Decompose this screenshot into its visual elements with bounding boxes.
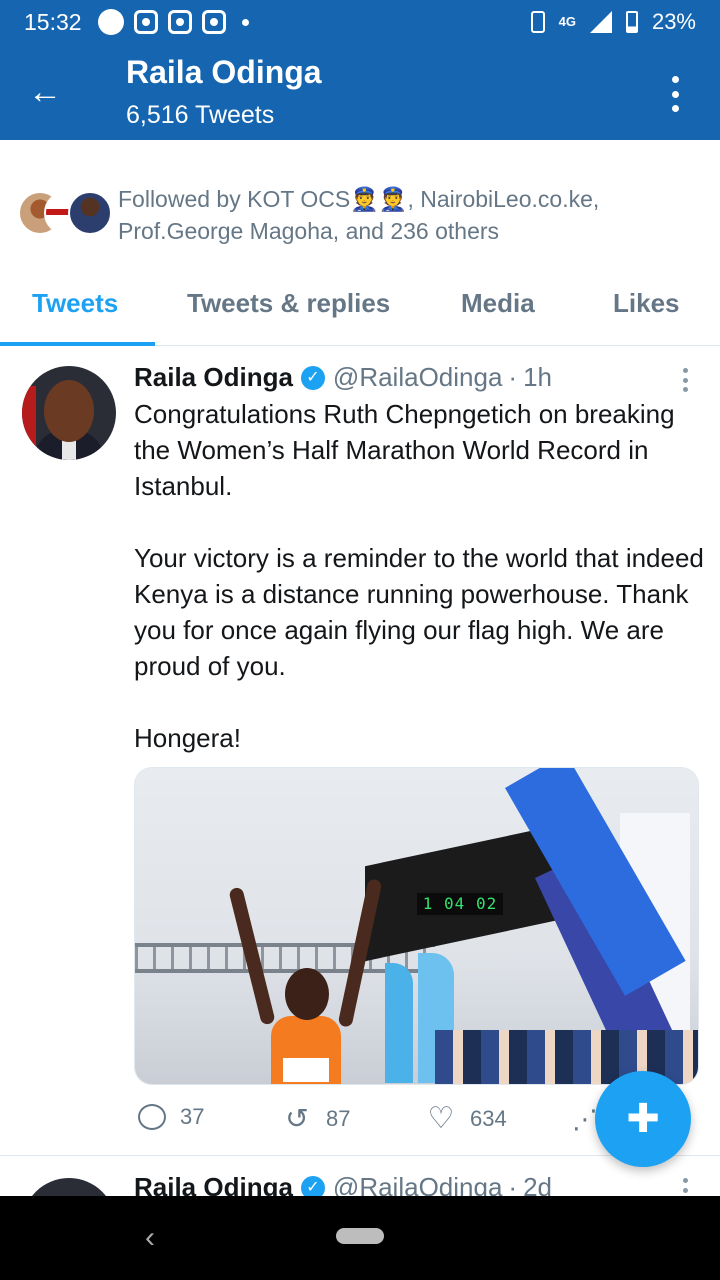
whatsapp-icon (97, 9, 124, 35)
retweet-button[interactable]: ↺ 87 (282, 1104, 350, 1134)
finish-clock: 1 04 02 (417, 893, 503, 915)
active-tab-indicator (0, 342, 155, 346)
tweet-author-name[interactable]: Raila Odinga (134, 362, 293, 393)
notification-app-icon (133, 10, 158, 34)
network-type: 4G (558, 14, 576, 29)
follower-avatars (18, 183, 114, 235)
more-options-icon[interactable] (660, 74, 690, 114)
tab-likes[interactable]: Likes (613, 288, 680, 319)
status-bar: 15:32 4G 23% (0, 0, 720, 44)
reply-icon (138, 1104, 166, 1130)
tweet-text[interactable]: Congratulations Ruth Chepngetich on brea… (134, 396, 704, 756)
tab-media[interactable]: Media (461, 288, 535, 319)
separator: · (508, 362, 518, 392)
signal-icon (589, 11, 612, 33)
back-arrow-icon[interactable]: ← (28, 70, 72, 114)
followed-by[interactable]: Followed by KOT OCS👮👮, NairobiLeo.co.ke,… (18, 183, 708, 247)
avatar (68, 191, 112, 235)
followed-by-text: Followed by KOT OCS👮👮, NairobiLeo.co.ke,… (118, 186, 600, 244)
status-time: 15:32 (24, 8, 82, 35)
system-navigation-bar: ‹ (0, 1196, 720, 1280)
like-count: 634 (470, 1106, 507, 1131)
tweet-paragraph: Hongera! (134, 723, 241, 753)
tab-tweets-replies[interactable]: Tweets & replies (187, 288, 390, 319)
tweet-author-handle[interactable]: @RailaOdinga (333, 362, 502, 393)
notification-app-icon (167, 10, 192, 34)
like-button[interactable]: ♡ 634 (426, 1104, 507, 1134)
heart-icon: ♡ (427, 1102, 455, 1135)
avatar[interactable] (22, 366, 116, 460)
notification-app-icon (201, 10, 226, 34)
tweet-header: Raila Odinga ✓ @RailaOdinga · 1h (134, 362, 552, 393)
tweet-paragraph: Congratulations Ruth Chepngetich on brea… (134, 399, 675, 501)
battery-icon (625, 11, 638, 33)
tweet-paragraph: Your victory is a reminder to the world … (134, 543, 704, 681)
tweet-count: 6,516 Tweets (126, 101, 275, 129)
more-notifications-icon (241, 18, 249, 26)
compose-feather-icon: ✚ (626, 1097, 660, 1141)
profile-tabs: Tweets Tweets & replies Media Likes (0, 270, 720, 346)
profile-name: Raila Odinga (126, 54, 322, 90)
retweet-count: 87 (326, 1106, 351, 1131)
battery-percent: 23% (651, 9, 696, 34)
profile-header: ← Raila Odinga 6,516 Tweets (0, 44, 720, 140)
vibrate-icon (530, 11, 545, 33)
tweet-media-image[interactable]: 1 04 02 (134, 767, 699, 1085)
compose-tweet-button[interactable]: ✚ (595, 1071, 691, 1167)
reply-button[interactable]: 37 (138, 1104, 204, 1130)
tab-tweets[interactable]: Tweets (32, 288, 118, 319)
nav-home-pill[interactable] (336, 1228, 384, 1244)
tweet-more-options-icon[interactable] (680, 368, 690, 392)
nav-back-icon[interactable]: ‹ (145, 1218, 169, 1258)
reply-count: 37 (180, 1104, 205, 1129)
tweet-timestamp[interactable]: 1h (523, 362, 552, 393)
verified-badge-icon: ✓ (300, 365, 325, 390)
tweet-actions: 37 ↺ 87 ♡ 634 ⋰ (134, 1104, 598, 1140)
retweet-icon: ↺ (285, 1103, 309, 1134)
